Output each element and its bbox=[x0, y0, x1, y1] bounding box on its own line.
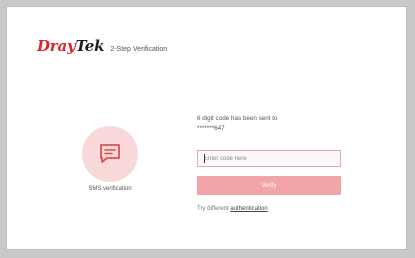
try-different-row: Try different authentication bbox=[197, 206, 268, 212]
code-input[interactable] bbox=[197, 150, 341, 167]
masked-phone-number: *******647 bbox=[197, 125, 225, 132]
try-different-text: Try different bbox=[197, 206, 229, 212]
code-form: 6 digit code has been sent to *******647… bbox=[197, 114, 343, 212]
draytek-logo: DrayTek bbox=[37, 37, 105, 55]
authentication-link[interactable]: authentication bbox=[230, 206, 267, 212]
text-caret bbox=[204, 154, 205, 163]
page-title: 2-Step Verification bbox=[110, 46, 168, 53]
sms-method-label: SMS verification bbox=[88, 186, 132, 192]
code-sent-message: 6 digit code has been sent to bbox=[197, 115, 278, 122]
sms-chat-icon bbox=[100, 144, 120, 163]
sms-icon-circle bbox=[82, 126, 138, 182]
sms-method: SMS verification bbox=[75, 126, 145, 192]
verification-card: DrayTek 2-Step Verification SMS verifica… bbox=[6, 6, 407, 250]
verify-button[interactable]: Verify bbox=[197, 176, 341, 195]
header: DrayTek 2-Step Verification bbox=[37, 37, 167, 55]
